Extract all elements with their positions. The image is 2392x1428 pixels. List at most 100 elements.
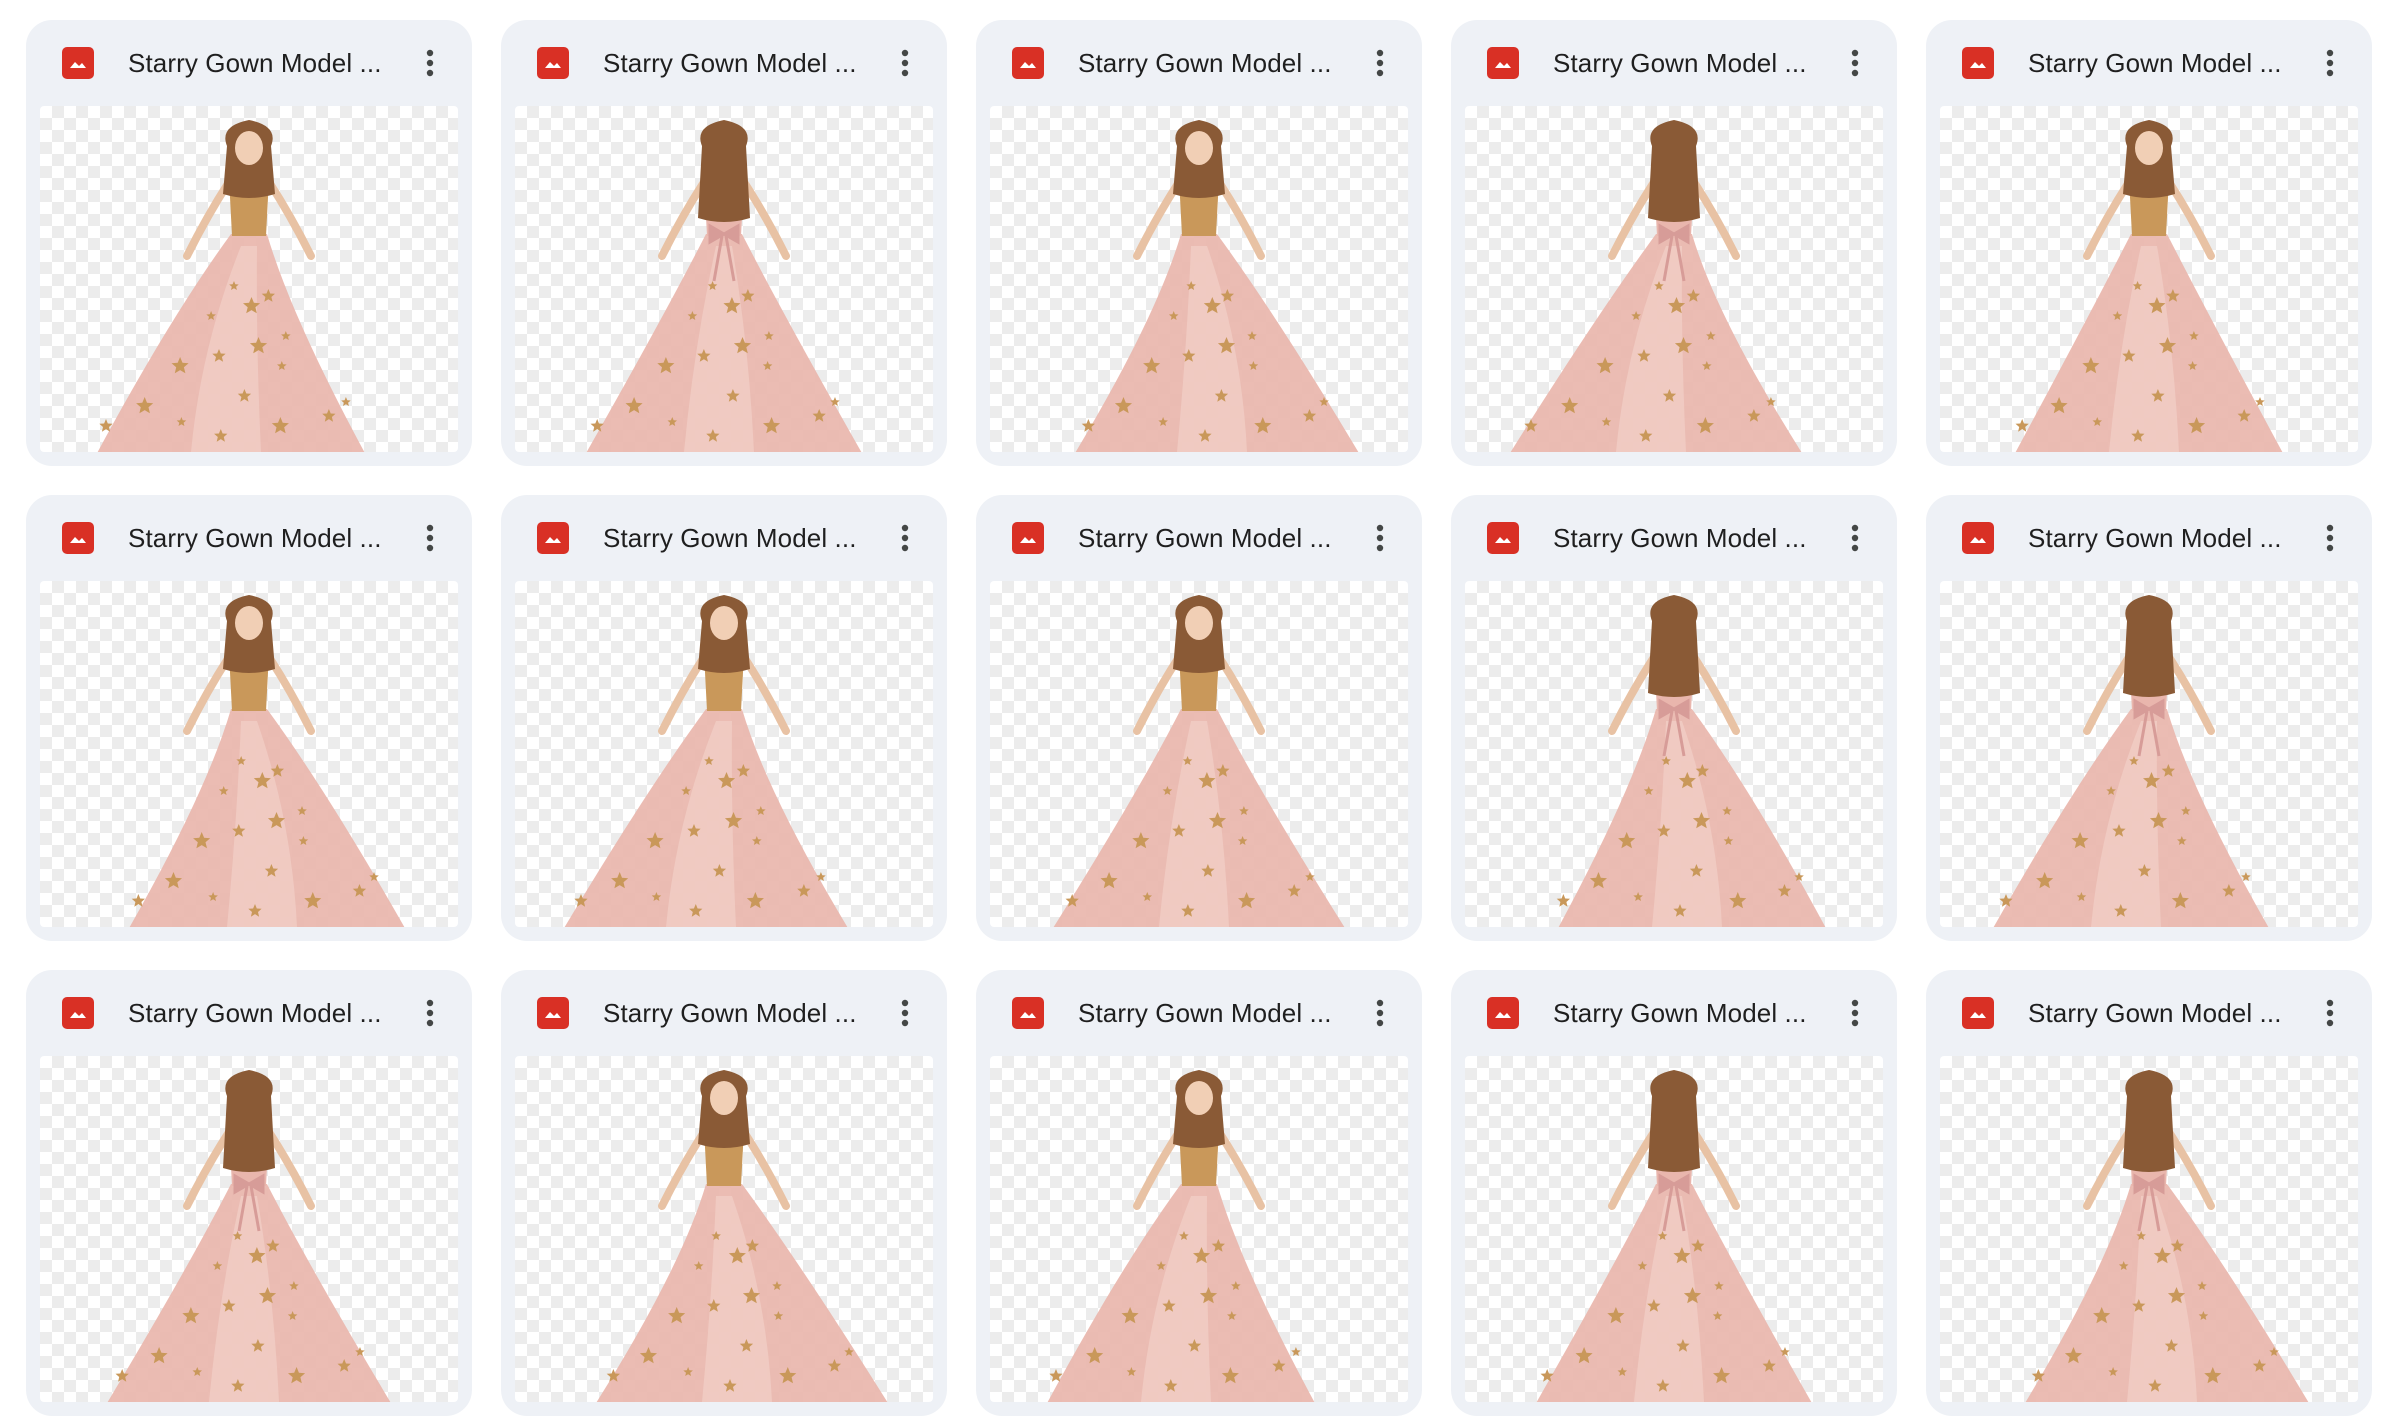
file-card[interactable]: Starry Gown Model ... — [26, 20, 472, 466]
file-card[interactable]: Starry Gown Model ... — [26, 495, 472, 941]
file-card[interactable]: Starry Gown Model ... — [501, 970, 947, 1416]
file-name[interactable]: Starry Gown Model ... — [603, 48, 883, 79]
file-card-header: Starry Gown Model ... — [976, 20, 1422, 106]
gown-model-illustration — [107, 1070, 391, 1402]
file-card[interactable]: Starry Gown Model ... — [1451, 20, 1897, 466]
gown-model-illustration — [1536, 1070, 1812, 1402]
file-card[interactable]: Starry Gown Model ... — [1451, 495, 1897, 941]
image-icon — [537, 522, 569, 554]
image-thumbnail[interactable] — [1465, 1056, 1883, 1402]
image-icon — [1487, 47, 1519, 79]
gown-model-illustration — [2025, 1070, 2309, 1402]
file-name[interactable]: Starry Gown Model ... — [603, 998, 883, 1029]
image-thumbnail[interactable] — [40, 1056, 458, 1402]
more-vertical-icon[interactable] — [2308, 516, 2352, 560]
more-vertical-icon[interactable] — [408, 516, 452, 560]
image-thumbnail[interactable] — [990, 581, 1408, 927]
image-icon — [62, 47, 94, 79]
gown-model-illustration — [129, 595, 405, 927]
file-card-header: Starry Gown Model ... — [501, 970, 947, 1056]
file-name[interactable]: Starry Gown Model ... — [1553, 523, 1833, 554]
file-card-header: Starry Gown Model ... — [1451, 495, 1897, 581]
image-icon — [1012, 522, 1044, 554]
gown-model-illustration — [97, 120, 365, 452]
file-name[interactable]: Starry Gown Model ... — [1553, 998, 1833, 1029]
file-card-header: Starry Gown Model ... — [501, 20, 947, 106]
image-thumbnail[interactable] — [1465, 581, 1883, 927]
image-thumbnail[interactable] — [515, 581, 933, 927]
file-card[interactable]: Starry Gown Model ... — [1926, 495, 2372, 941]
file-card-header: Starry Gown Model ... — [26, 495, 472, 581]
image-thumbnail[interactable] — [1465, 106, 1883, 452]
gown-model-illustration — [1047, 1070, 1315, 1402]
file-card-header: Starry Gown Model ... — [1451, 970, 1897, 1056]
file-card[interactable]: Starry Gown Model ... — [26, 970, 472, 1416]
file-card-header: Starry Gown Model ... — [1926, 970, 2372, 1056]
file-card-header: Starry Gown Model ... — [1926, 495, 2372, 581]
more-vertical-icon[interactable] — [408, 991, 452, 1035]
file-name[interactable]: Starry Gown Model ... — [2028, 998, 2308, 1029]
image-icon — [62, 997, 94, 1029]
gown-model-illustration — [1510, 120, 1802, 452]
image-thumbnail[interactable] — [515, 1056, 933, 1402]
image-icon — [1012, 47, 1044, 79]
gown-model-illustration — [1053, 595, 1345, 927]
image-icon — [1962, 522, 1994, 554]
more-vertical-icon[interactable] — [883, 41, 927, 85]
file-card[interactable]: Starry Gown Model ... — [1926, 970, 2372, 1416]
file-card[interactable]: Starry Gown Model ... — [501, 495, 947, 941]
file-card[interactable]: Starry Gown Model ... — [1451, 970, 1897, 1416]
file-grid: Starry Gown Model ... Starry Gown Model .… — [26, 20, 2372, 1416]
gown-model-illustration — [2015, 120, 2283, 452]
image-thumbnail[interactable] — [990, 106, 1408, 452]
image-thumbnail[interactable] — [1940, 581, 2358, 927]
file-card[interactable]: Starry Gown Model ... — [976, 495, 1422, 941]
more-vertical-icon[interactable] — [2308, 991, 2352, 1035]
file-card[interactable]: Starry Gown Model ... — [1926, 20, 2372, 466]
image-thumbnail[interactable] — [515, 106, 933, 452]
image-thumbnail[interactable] — [1940, 106, 2358, 452]
file-name[interactable]: Starry Gown Model ... — [2028, 48, 2308, 79]
gown-model-illustration — [586, 120, 862, 452]
gown-model-illustration — [1556, 595, 1826, 927]
file-name[interactable]: Starry Gown Model ... — [1078, 523, 1358, 554]
image-icon — [62, 522, 94, 554]
file-name[interactable]: Starry Gown Model ... — [128, 48, 408, 79]
image-thumbnail[interactable] — [1940, 1056, 2358, 1402]
file-card-header: Starry Gown Model ... — [1451, 20, 1897, 106]
more-vertical-icon[interactable] — [883, 516, 927, 560]
file-name[interactable]: Starry Gown Model ... — [603, 523, 883, 554]
gown-model-illustration — [596, 1070, 888, 1402]
file-name[interactable]: Starry Gown Model ... — [1078, 998, 1358, 1029]
file-card-header: Starry Gown Model ... — [1926, 20, 2372, 106]
file-name[interactable]: Starry Gown Model ... — [128, 523, 408, 554]
more-vertical-icon[interactable] — [2308, 41, 2352, 85]
image-icon — [1962, 997, 1994, 1029]
gown-model-illustration — [564, 595, 848, 927]
more-vertical-icon[interactable] — [883, 991, 927, 1035]
more-vertical-icon[interactable] — [1358, 41, 1402, 85]
file-name[interactable]: Starry Gown Model ... — [128, 998, 408, 1029]
image-icon — [537, 997, 569, 1029]
more-vertical-icon[interactable] — [1833, 516, 1877, 560]
image-thumbnail[interactable] — [40, 581, 458, 927]
image-thumbnail[interactable] — [990, 1056, 1408, 1402]
image-thumbnail[interactable] — [40, 106, 458, 452]
file-card[interactable]: Starry Gown Model ... — [501, 20, 947, 466]
gown-model-illustration — [1075, 120, 1359, 452]
more-vertical-icon[interactable] — [1358, 516, 1402, 560]
more-vertical-icon[interactable] — [1833, 991, 1877, 1035]
file-name[interactable]: Starry Gown Model ... — [2028, 523, 2308, 554]
more-vertical-icon[interactable] — [1358, 991, 1402, 1035]
file-card-header: Starry Gown Model ... — [976, 495, 1422, 581]
file-card-header: Starry Gown Model ... — [501, 495, 947, 581]
image-icon — [537, 47, 569, 79]
file-name[interactable]: Starry Gown Model ... — [1078, 48, 1358, 79]
file-card-header: Starry Gown Model ... — [26, 970, 472, 1056]
image-icon — [1012, 997, 1044, 1029]
file-name[interactable]: Starry Gown Model ... — [1553, 48, 1833, 79]
file-card[interactable]: Starry Gown Model ... — [976, 20, 1422, 466]
more-vertical-icon[interactable] — [1833, 41, 1877, 85]
file-card[interactable]: Starry Gown Model ... — [976, 970, 1422, 1416]
more-vertical-icon[interactable] — [408, 41, 452, 85]
